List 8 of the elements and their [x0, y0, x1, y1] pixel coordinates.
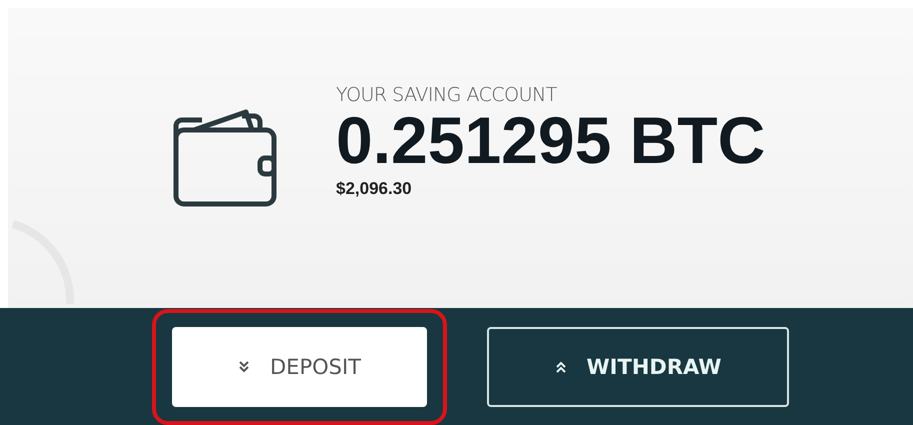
action-button[interactable]: WITHDRAW — [487, 326, 789, 406]
fiat-value: $2,096.30 — [336, 179, 413, 200]
double-chevron-down-icon — [238, 360, 250, 372]
double-chevron-up-icon — [554, 360, 567, 372]
account-label: YOUR SAVING ACCOUNT — [336, 84, 558, 106]
wallet-icon — [172, 108, 278, 208]
balance-amount: 0.251295 BTC — [336, 106, 766, 176]
action-button[interactable]: DEPOSIT — [172, 326, 427, 406]
